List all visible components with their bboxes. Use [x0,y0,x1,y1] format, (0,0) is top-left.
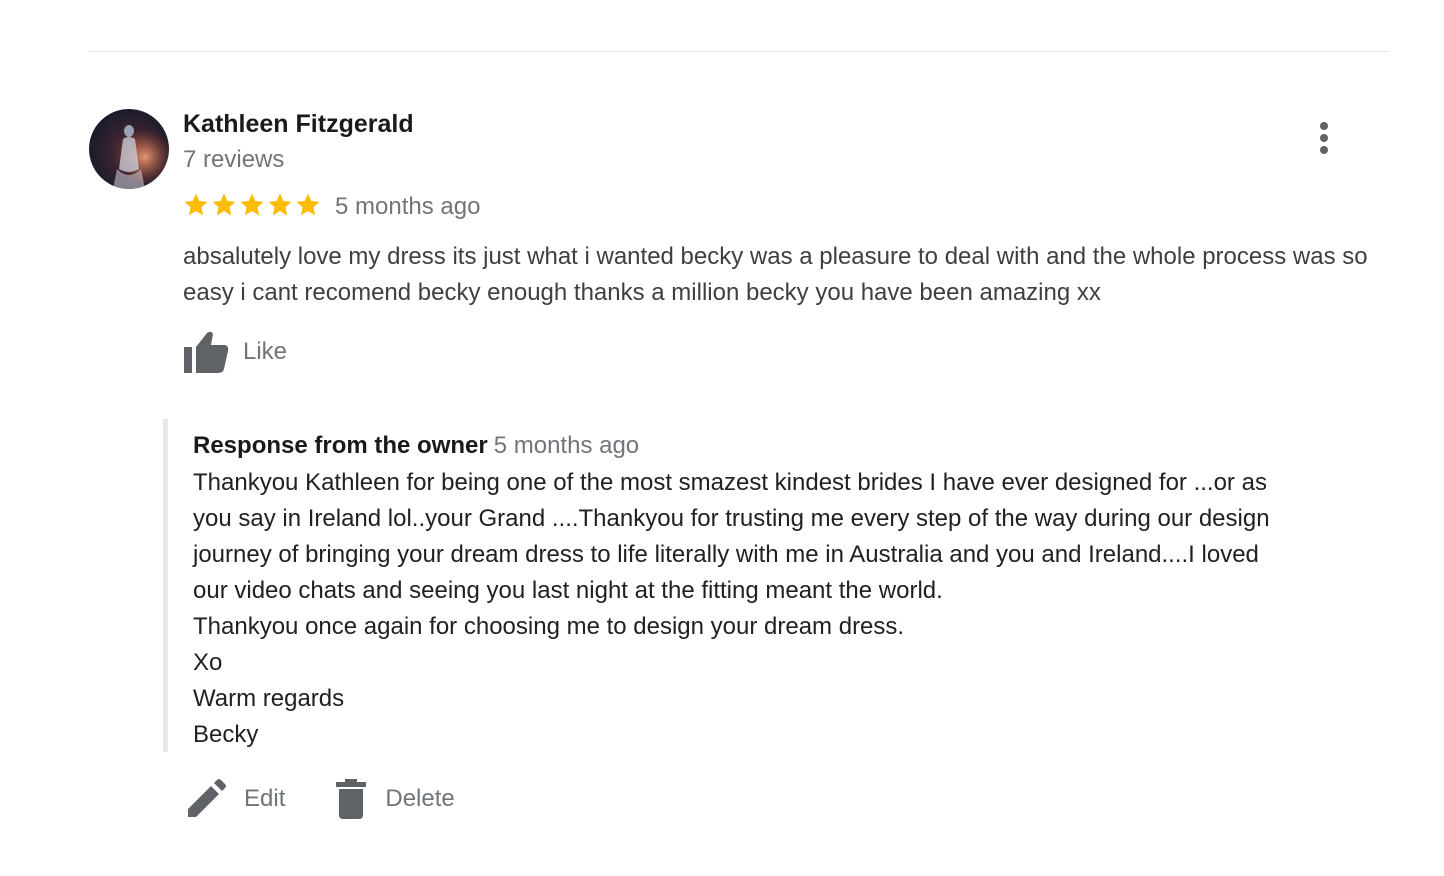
thumbs-up-icon [184,331,229,373]
response-line: Becky [193,721,259,748]
star-icon [240,193,264,216]
trash-icon [336,779,367,819]
review-date: 5 months ago [335,193,481,220]
owner-response-text: Thankyou Kathleen for being one of the m… [193,465,1383,753]
star-icon [212,193,236,216]
star-icon [268,193,292,216]
response-line: our video chats and seeing you last nigh… [193,577,943,604]
star-icon [296,193,320,216]
star-icon [184,193,208,216]
edit-button[interactable]: Edit [186,779,285,819]
like-label: Like [243,338,288,365]
star-rating [183,192,323,218]
top-divider [89,51,1388,52]
response-line: journey of bringing your dream dress to … [193,541,1259,568]
delete-label: Delete [385,785,455,812]
pencil-icon [188,779,226,817]
review-text: absalutely love my dress its just what i… [183,243,1368,306]
owner-response: Response from the owner 5 months ago Than… [163,419,1398,752]
owner-response-header: Response from the owner 5 months ago [193,432,639,460]
reviewer-avatar[interactable] [89,109,169,189]
response-line: Thankyou Kathleen for being one of the m… [193,469,1267,496]
edit-label: Edit [244,785,286,812]
response-line: Xo [193,649,223,676]
owner-response-title: Response from the owner [193,432,488,459]
delete-button[interactable]: Delete [335,779,455,819]
response-line: Warm regards [193,685,345,712]
like-button[interactable]: Like [183,330,287,374]
response-line: you say in Ireland lol..your Grand ....T… [193,505,1270,532]
response-line: Thankyou once again for choosing me to d… [193,613,905,640]
response-actions: Edit Delete [186,776,455,822]
owner-response-date: 5 months ago [493,432,640,459]
review-count[interactable]: 7 reviews [183,146,284,174]
more-vert-icon [1320,122,1328,130]
more-options-button[interactable] [1304,116,1344,160]
reviewer-name[interactable]: Kathleen Fitzgerald [183,110,414,139]
